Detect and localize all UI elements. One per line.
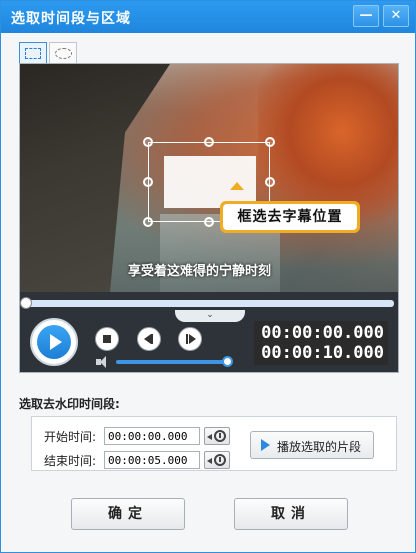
time-display: 00:00:00.000 00:00:10.000: [254, 321, 388, 365]
video-preview: 框选去字幕位置 享受着这难得的宁静时刻: [20, 64, 398, 292]
play-selected-segment-button[interactable]: 播放选取的片段: [250, 431, 374, 459]
minimize-button[interactable]: —: [353, 5, 379, 27]
resize-handle-top-left[interactable]: [143, 137, 153, 147]
video-subtitle: 享受着这难得的宁静时刻: [128, 264, 272, 279]
resize-handle-right[interactable]: [265, 177, 275, 187]
play-icon: [261, 439, 270, 451]
ok-button[interactable]: 确定: [71, 498, 185, 530]
resize-handle-top-right[interactable]: [265, 137, 275, 147]
collapse-toggle[interactable]: ⌄: [175, 310, 245, 322]
resize-handle-top[interactable]: [204, 137, 214, 147]
end-time-input[interactable]: [104, 451, 200, 469]
play-button[interactable]: [30, 318, 78, 366]
resize-handle-bottom[interactable]: [204, 217, 214, 227]
current-time: 00:00:00.000: [261, 323, 384, 343]
total-time: 00:00:10.000: [261, 343, 384, 363]
video-player: 框选去字幕位置 享受着这难得的宁静时刻 ⌄ 00:00:00.000 00:00…: [19, 63, 399, 373]
play-selected-segment-label: 播放选取的片段: [277, 440, 362, 454]
close-button[interactable]: ✕: [383, 5, 409, 27]
rectangle-select-button[interactable]: [19, 42, 47, 64]
cancel-button[interactable]: 取消: [234, 498, 348, 530]
start-time-input[interactable]: [104, 427, 200, 445]
next-frame-icon: [189, 334, 196, 344]
previous-frame-icon: [144, 334, 151, 344]
volume-slider-knob[interactable]: [222, 356, 233, 367]
next-frame-button[interactable]: [178, 327, 202, 351]
dialog-window: 选取时间段与区域 — ✕ 框选去字幕位置 享受着这难得的宁静时刻 ⌄ 00:00…: [0, 0, 416, 553]
ellipse-select-button[interactable]: [49, 42, 77, 64]
title-bar: 选取时间段与区域 — ✕: [1, 1, 415, 33]
end-time-label: 结束时间:: [44, 454, 97, 468]
tooltip-text: 框选去字幕位置: [223, 204, 357, 230]
progress-knob[interactable]: [20, 297, 32, 309]
resize-handle-bottom-left[interactable]: [143, 217, 153, 227]
resize-handle-left[interactable]: [143, 177, 153, 187]
play-icon: [37, 325, 71, 359]
rectangle-select-icon: [25, 48, 41, 59]
set-end-time-button[interactable]: [204, 451, 230, 469]
selection-tooltip: 框选去字幕位置: [220, 201, 360, 233]
volume-icon[interactable]: [96, 356, 110, 368]
video-progress-bar[interactable]: [20, 297, 394, 309]
stop-button[interactable]: [95, 327, 119, 351]
stop-icon: [103, 335, 111, 343]
ellipse-select-icon: [55, 48, 72, 59]
previous-frame-button[interactable]: [137, 327, 161, 351]
time-range-section-label: 选取去水印时间段:: [19, 397, 120, 411]
start-time-label: 开始时间:: [44, 430, 97, 444]
window-title: 选取时间段与区域: [11, 11, 131, 27]
volume-slider[interactable]: [116, 360, 228, 364]
tooltip-pointer: [230, 182, 244, 190]
set-start-time-button[interactable]: [204, 427, 230, 445]
time-range-panel: 开始时间: 结束时间: 播放选取的片段: [31, 416, 397, 471]
